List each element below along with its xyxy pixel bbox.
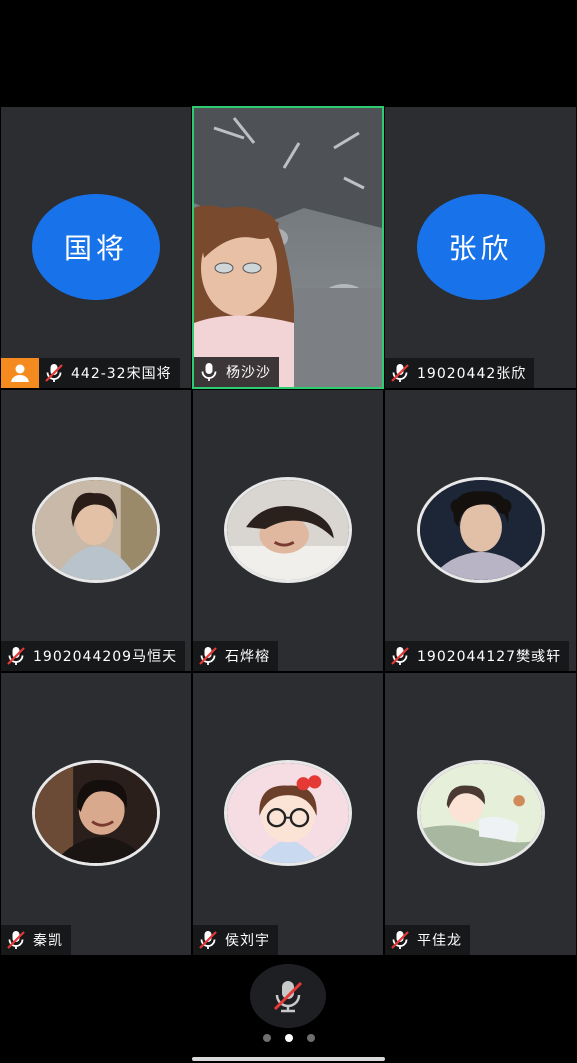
host-icon <box>1 358 39 388</box>
mic-muted-icon <box>389 645 411 667</box>
video-feed <box>194 108 382 387</box>
mic-icon <box>198 361 220 383</box>
name-tag: 石烨榕 <box>193 641 278 671</box>
participant-tile[interactable]: 张欣 19020442张欣 <box>384 106 577 389</box>
page-indicator[interactable] <box>0 1034 577 1042</box>
profile-photo <box>32 477 160 583</box>
mic-muted-icon <box>389 929 411 951</box>
page-dot-active[interactable] <box>284 1034 293 1042</box>
name-tag: 442-32宋国将 <box>1 358 180 388</box>
participant-tile[interactable]: 秦凯 <box>0 672 192 956</box>
participant-tile-video[interactable]: 杨沙沙 <box>192 106 384 389</box>
participant-name: 秦凯 <box>33 933 63 949</box>
profile-photo <box>416 760 545 866</box>
name-tag: 平佳龙 <box>385 925 470 955</box>
mute-toggle-button[interactable] <box>250 964 326 1028</box>
name-tag: 秦凯 <box>1 925 71 955</box>
mic-muted-icon <box>5 929 27 951</box>
initials-avatar: 国将 <box>32 194 160 300</box>
initials-avatar: 张欣 <box>416 194 545 300</box>
participant-name: 石烨榕 <box>225 649 270 665</box>
participant-tile[interactable]: 1902044127樊彧轩 <box>384 389 577 672</box>
participant-tile[interactable]: 侯刘宇 <box>192 672 384 956</box>
participant-name: 1902044127樊彧轩 <box>417 649 562 665</box>
name-tag: 侯刘宇 <box>193 925 278 955</box>
name-tag: 1902044209马恒天 <box>1 641 186 671</box>
mic-muted-icon <box>5 645 27 667</box>
profile-photo <box>224 760 352 866</box>
profile-photo <box>32 760 160 866</box>
mic-muted-icon <box>389 362 411 384</box>
participant-grid: 国将 442-32宋国将 杨沙沙 张欣 19020442张欣 190204420… <box>0 106 577 956</box>
name-tag: 杨沙沙 <box>194 357 279 387</box>
profile-photo <box>224 477 352 583</box>
control-bar <box>0 956 577 1063</box>
participant-name: 1902044209马恒天 <box>33 649 178 665</box>
profile-photo <box>416 477 545 583</box>
participant-tile[interactable]: 国将 442-32宋国将 <box>0 106 192 389</box>
mic-muted-icon <box>197 929 219 951</box>
name-tag: 1902044127樊彧轩 <box>385 641 570 671</box>
mic-muted-icon <box>273 981 303 1013</box>
participant-tile[interactable]: 1902044209马恒天 <box>0 389 192 672</box>
participant-name: 侯刘宇 <box>225 933 270 949</box>
mic-muted-icon <box>43 362 65 384</box>
page-dot[interactable] <box>262 1034 271 1042</box>
participant-name: 平佳龙 <box>417 933 462 949</box>
mic-muted-icon <box>197 645 219 667</box>
participant-tile[interactable]: 石烨榕 <box>192 389 384 672</box>
home-indicator[interactable] <box>192 1057 385 1061</box>
participant-name: 19020442张欣 <box>417 366 527 382</box>
participant-name: 杨沙沙 <box>226 365 271 381</box>
page-dot[interactable] <box>306 1034 315 1042</box>
name-tag: 19020442张欣 <box>385 358 535 388</box>
participant-tile[interactable]: 平佳龙 <box>384 672 577 956</box>
participant-name: 442-32宋国将 <box>71 366 172 382</box>
